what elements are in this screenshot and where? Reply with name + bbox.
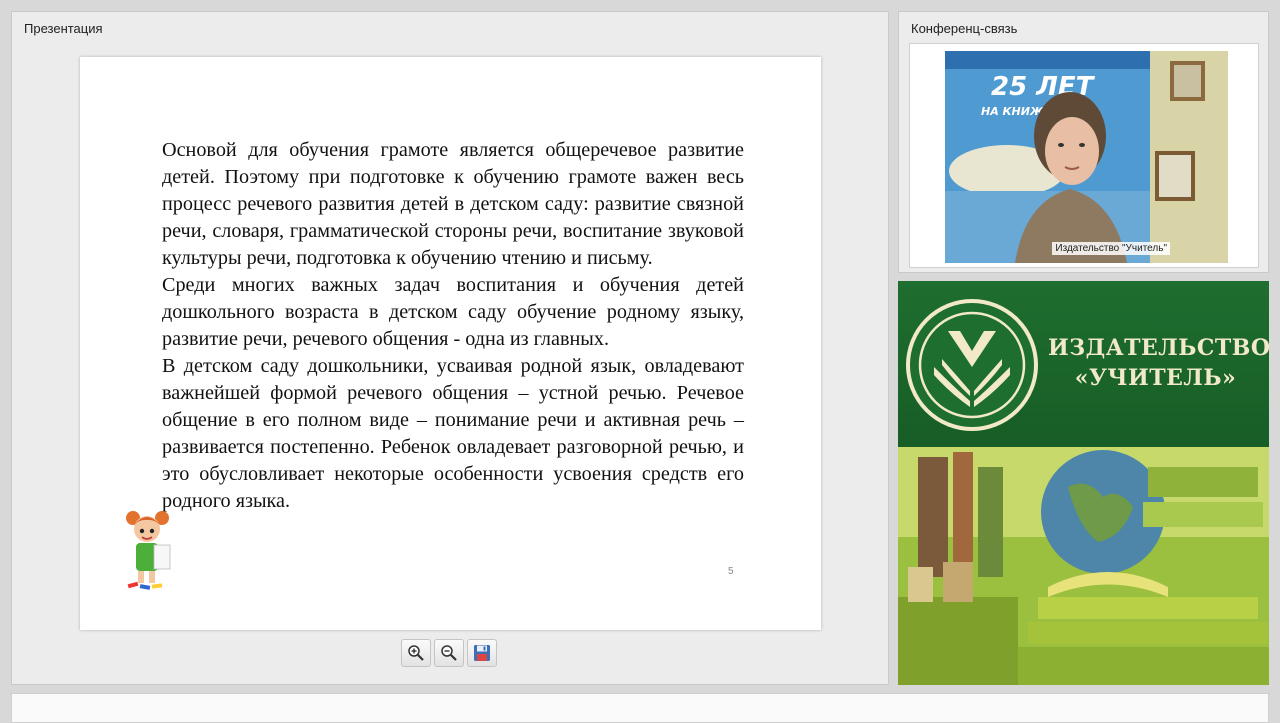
video-frame: 25 ЛЕТ НА КНИЖНОМ Р Издательство "Учител… <box>909 43 1259 268</box>
save-button[interactable] <box>467 639 497 667</box>
slide-paragraph-2: Среди многих важных задач воспитания и о… <box>162 274 744 350</box>
zoom-out-button[interactable] <box>434 639 464 667</box>
slide-toolbar <box>401 639 497 671</box>
zoom-out-icon <box>441 645 457 661</box>
slide-text: Основой для обучения грамоте является об… <box>162 137 744 515</box>
publisher-title: ИЗДАТЕЛЬСТВО «УЧИТЕЛЬ» <box>1048 333 1269 393</box>
video-participant-label: Издательство "Учитель" <box>1052 242 1170 255</box>
floppy-disk-icon <box>474 645 490 661</box>
conference-panel: Конференц-связь 25 ЛЕТ НА КНИЖНОМ Р Изда… <box>898 11 1269 273</box>
speaker-video: 25 ЛЕТ НА КНИЖНОМ Р <box>945 51 1228 263</box>
slide: Основой для обучения грамоте является об… <box>80 57 821 630</box>
bottom-bar <box>11 693 1269 723</box>
zoom-in-button[interactable] <box>401 639 431 667</box>
zoom-in-icon <box>408 645 424 661</box>
publisher-banner-top: ИЗДАТЕЛЬСТВО «УЧИТЕЛЬ» <box>898 281 1269 447</box>
presentation-panel-title: Презентация <box>24 21 103 36</box>
conference-panel-title: Конференц-связь <box>911 21 1018 36</box>
publisher-title-line2: «УЧИТЕЛЬ» <box>1074 365 1237 391</box>
presentation-panel: Презентация Основой для обучения грамоте… <box>11 11 889 685</box>
video-feed[interactable]: 25 ЛЕТ НА КНИЖНОМ Р Издательство "Учител… <box>945 51 1228 263</box>
slide-page-number: 5 <box>728 566 734 577</box>
publisher-logo-icon <box>906 299 1038 431</box>
publisher-banner: ИЗДАТЕЛЬСТВО «УЧИТЕЛЬ» <box>898 281 1269 685</box>
slide-paragraph-3: В детском саду дошкольники, усваивая род… <box>162 355 744 512</box>
girl-illustration <box>126 511 171 590</box>
slide-paragraph-1: Основой для обучения грамоте является об… <box>162 139 744 269</box>
books-globe-illustration <box>898 447 1269 685</box>
publisher-banner-books <box>898 447 1269 685</box>
publisher-title-line1: ИЗДАТЕЛЬСТВО <box>1048 335 1269 361</box>
